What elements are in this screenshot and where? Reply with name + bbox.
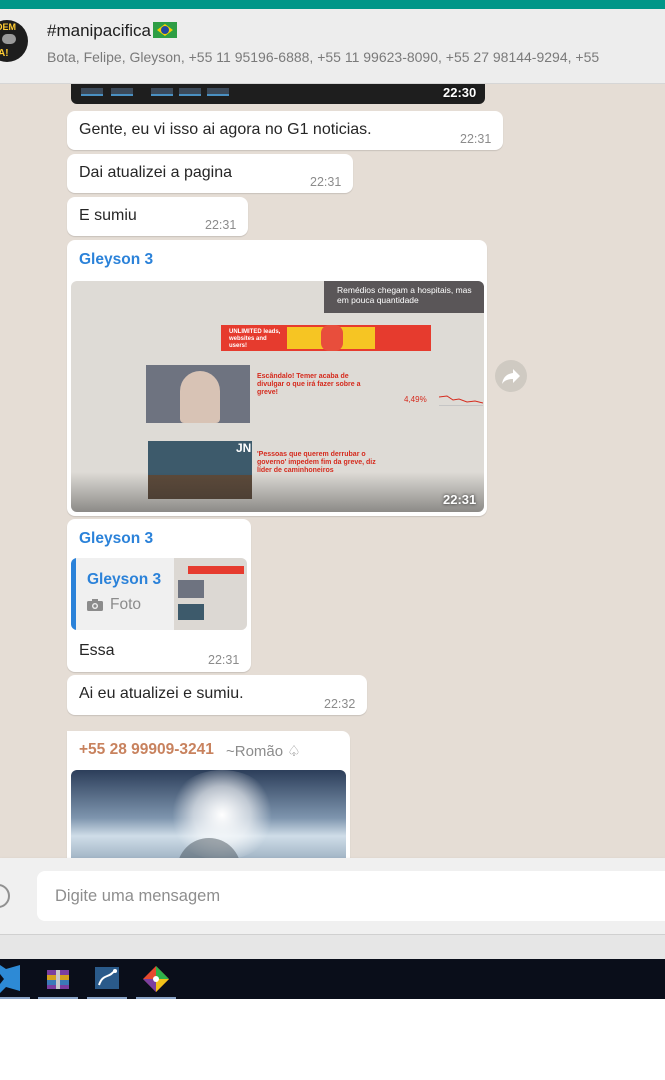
photo-story-headline: Escândalo! Temer acaba de divulgar o que… xyxy=(257,373,361,396)
chat-title-row[interactable]: #manipacifica xyxy=(47,21,177,41)
git-icon xyxy=(143,966,169,992)
thumbnail-taskbar-icon xyxy=(111,88,133,96)
message-time: 22:30 xyxy=(443,85,477,100)
message-input[interactable] xyxy=(37,871,665,921)
message-bubble[interactable]: Gente, eu vi isso ai agora no G1 noticia… xyxy=(67,111,503,150)
window-bottom-edge xyxy=(0,935,665,959)
taskbar-sql-tool[interactable] xyxy=(87,959,127,999)
quoted-message[interactable]: Gleyson 3 Foto xyxy=(71,558,247,630)
thumbnail-taskbar-icon xyxy=(151,88,173,96)
photo-news-image xyxy=(146,365,250,423)
participants-list: Bota, Felipe, Gleyson, +55 11 95196-6888… xyxy=(47,49,600,65)
quoted-type: Foto xyxy=(110,596,142,613)
photo-bottom-shade xyxy=(71,472,484,512)
message-text: Dai atualizei a pagina xyxy=(79,164,232,181)
taskbar-vscode[interactable] xyxy=(0,959,30,999)
message-bubble[interactable]: Dai atualizei a pagina 22:31 xyxy=(67,154,353,193)
photo-headline-text: Remédios chegam a hospitais, mas em pouc… xyxy=(337,285,472,305)
app-top-accent-bar xyxy=(0,0,665,9)
image-message-bottom[interactable]: 22:30 xyxy=(71,84,485,104)
shared-photo[interactable]: Remédios chegam a hospitais, mas em pouc… xyxy=(71,281,484,512)
chat-header[interactable]: DEM A! #manipacifica Bota, Felipe, Gleys… xyxy=(0,9,665,84)
chat-messages-pane[interactable]: 22:30 Gente, eu vi isso ai agora no G1 n… xyxy=(0,84,665,858)
winrar-icon xyxy=(47,970,69,989)
os-taskbar xyxy=(0,959,665,999)
message-composer xyxy=(0,858,665,935)
avatar-text-bottom: A! xyxy=(0,48,9,59)
taskbar-git-tool[interactable] xyxy=(136,959,176,999)
taskbar-winrar[interactable] xyxy=(38,959,78,999)
message-text: E sumiu xyxy=(79,207,137,224)
photo-mini-chart xyxy=(438,391,484,406)
avatar-text-top: DEM xyxy=(0,22,16,32)
forward-icon[interactable] xyxy=(495,360,527,392)
thumbnail-taskbar-icon xyxy=(81,88,103,96)
message-bubble[interactable]: E sumiu 22:31 xyxy=(67,197,248,236)
message-sender[interactable]: Gleyson 3 xyxy=(79,251,153,269)
image-message-bubble[interactable]: +55 28 99909-3241 ~Romão ♤ xyxy=(67,731,350,858)
brazil-flag-icon xyxy=(152,22,177,38)
thumbnail-taskbar-icon xyxy=(207,88,229,96)
quoted-sender: Gleyson 3 xyxy=(87,571,162,588)
message-sender[interactable]: Gleyson 3 xyxy=(79,530,153,548)
group-avatar[interactable]: DEM A! xyxy=(0,20,28,62)
photo-ad-text: UNLIMITED leads, websites and users! xyxy=(229,329,281,349)
blank-area xyxy=(0,999,665,1080)
message-time: 22:31 xyxy=(443,492,477,507)
thumbnail-taskbar-icon xyxy=(179,88,201,96)
quoted-photo-thumbnail xyxy=(174,558,247,630)
message-text: Essa xyxy=(79,642,115,659)
message-time: 22:31 xyxy=(205,218,237,232)
message-text: Ai eu atualizei e sumiu. xyxy=(79,685,244,702)
emoji-icon[interactable] xyxy=(0,884,10,908)
photo-jn-logo: JN xyxy=(236,441,252,455)
photo-market-figure: 4,49% xyxy=(404,395,427,404)
message-time: 22:31 xyxy=(208,653,240,667)
message-time: 22:31 xyxy=(460,132,492,146)
message-time: 22:32 xyxy=(324,697,356,711)
quote-accent-bar xyxy=(71,558,76,630)
message-sender-name: ~Romão ♤ xyxy=(226,743,301,760)
avatar-shape xyxy=(2,34,16,44)
camera-icon xyxy=(87,599,103,611)
message-bubble[interactable]: Ai eu atualizei e sumiu. 22:32 xyxy=(67,675,367,715)
shared-image-preview[interactable] xyxy=(71,770,346,858)
photo-ad-banner: UNLIMITED leads, websites and users! xyxy=(221,325,431,351)
chat-title: #manipacifica xyxy=(47,21,151,40)
message-sender-phone[interactable]: +55 28 99909-3241 xyxy=(79,741,214,759)
message-time: 22:31 xyxy=(310,175,342,189)
vscode-icon xyxy=(0,965,20,993)
reply-message-bubble[interactable]: Gleyson 3 Gleyson 3 Foto Essa 22:31 xyxy=(67,519,251,672)
message-text: Gente, eu vi isso ai agora no G1 noticia… xyxy=(79,121,372,138)
sql-icon xyxy=(95,967,119,989)
